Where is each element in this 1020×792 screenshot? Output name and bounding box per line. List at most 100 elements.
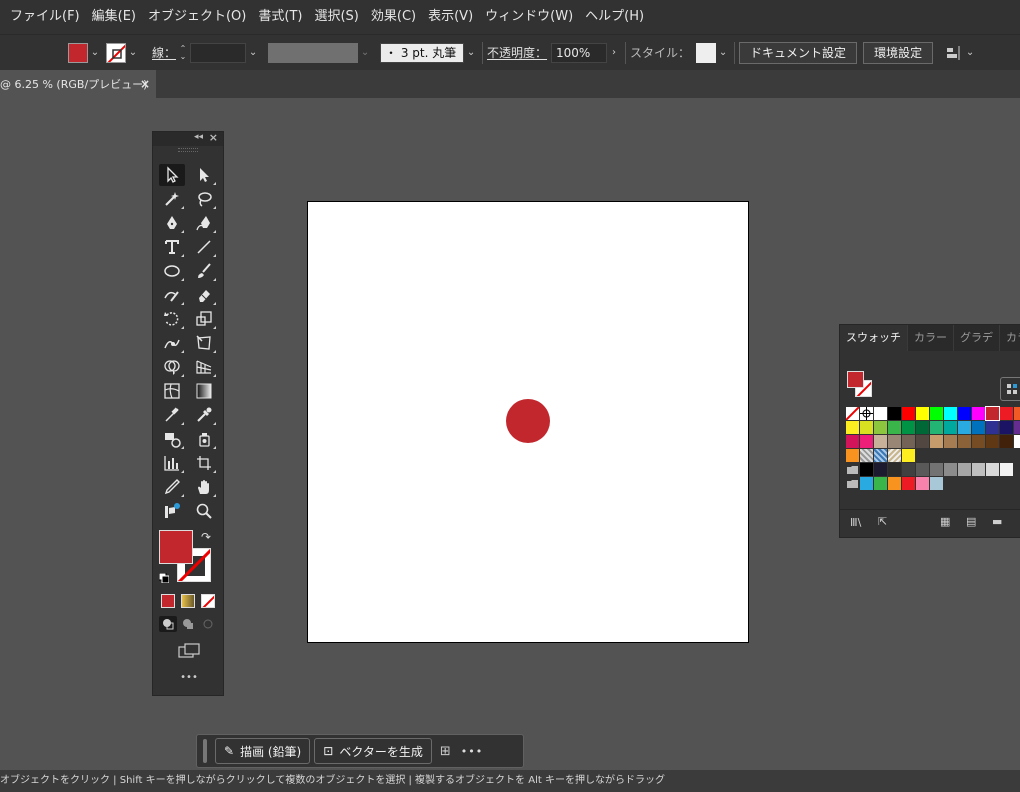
menu-object[interactable]: オブジェクト(O)	[142, 0, 252, 34]
tab-color[interactable]: カラー	[908, 325, 954, 351]
stroke-dropdown-icon[interactable]: ⌄	[126, 43, 140, 63]
swatch-color[interactable]	[874, 421, 887, 434]
screen-mode-icon[interactable]	[177, 642, 201, 660]
tools-panel-header[interactable]: ◂◂ ×	[153, 131, 223, 146]
swatch-color[interactable]	[888, 407, 901, 420]
shaper-tool-icon[interactable]	[159, 284, 185, 306]
artboard[interactable]	[307, 201, 749, 643]
swatch-color[interactable]	[986, 463, 999, 476]
direct-selection-tool-icon[interactable]	[191, 164, 217, 186]
swatch-color[interactable]	[958, 407, 971, 420]
swatch-pattern[interactable]	[888, 449, 901, 462]
pin-bar-icon[interactable]: ⊞	[440, 744, 451, 759]
edit-toolbar-icon[interactable]: •••	[153, 672, 225, 683]
swatch-color[interactable]	[902, 477, 915, 490]
swatch-color[interactable]	[958, 421, 971, 434]
swatch-color[interactable]	[1014, 407, 1020, 420]
swatch-color[interactable]	[860, 435, 873, 448]
gradient-tool-icon[interactable]	[191, 380, 217, 402]
show-kinds-icon[interactable]: ▦	[940, 515, 950, 528]
close-panel-icon[interactable]: ×	[209, 131, 218, 144]
puppet-warp-tool-icon[interactable]	[159, 332, 185, 354]
swatch-color[interactable]	[930, 463, 943, 476]
swatch-color[interactable]	[874, 477, 887, 490]
gradient-mode-button[interactable]	[181, 594, 195, 608]
swatch-color[interactable]	[874, 407, 887, 420]
shape-builder-tool-icon[interactable]	[159, 356, 185, 378]
more-options-icon[interactable]: •••	[461, 745, 483, 758]
zoom-tool-icon[interactable]	[191, 500, 217, 522]
swatch-color[interactable]	[972, 463, 985, 476]
swatch-color[interactable]	[846, 435, 859, 448]
swatch-color[interactable]	[944, 463, 957, 476]
swatch-color[interactable]	[972, 421, 985, 434]
fill-swatch-front[interactable]	[159, 530, 193, 564]
perspective-grid-tool-icon[interactable]	[191, 356, 217, 378]
magic-wand-tool-icon[interactable]	[159, 188, 185, 210]
swatch-color[interactable]	[972, 435, 985, 448]
panel-fill-swatch-front[interactable]	[847, 371, 864, 388]
curvature-tool-icon[interactable]	[191, 212, 217, 234]
swatch-color[interactable]	[902, 449, 915, 462]
free-transform-tool-icon[interactable]	[191, 332, 217, 354]
swatch-color[interactable]	[986, 421, 999, 434]
scale-tool-icon[interactable]	[191, 308, 217, 330]
red-circle-shape[interactable]	[506, 399, 550, 443]
rotate-tool-icon[interactable]	[159, 308, 185, 330]
tab-gradient[interactable]: グラデ	[954, 325, 1000, 351]
menu-select[interactable]: 選択(S)	[308, 0, 364, 34]
stroke-color-button[interactable]	[106, 42, 126, 63]
swatch-color[interactable]	[888, 435, 901, 448]
swatch-color[interactable]	[986, 435, 999, 448]
swatch-color[interactable]	[902, 421, 915, 434]
column-graph-tool-icon[interactable]	[159, 452, 185, 474]
close-tab-icon[interactable]: ×	[140, 77, 150, 91]
swatch-view-icon[interactable]	[1000, 377, 1020, 401]
swatch-color[interactable]	[902, 463, 915, 476]
align-dropdown-icon[interactable]: ⌄	[963, 43, 977, 63]
menu-view[interactable]: 表示(V)	[422, 0, 479, 34]
swatch-color[interactable]	[888, 477, 901, 490]
swatch-color[interactable]	[1014, 435, 1020, 448]
document-setup-button[interactable]: ドキュメント設定	[739, 41, 858, 64]
swatch-pattern[interactable]	[860, 449, 873, 462]
fill-color-button[interactable]	[68, 42, 88, 63]
swatch-color[interactable]	[902, 435, 915, 448]
place-swatches-icon[interactable]: ⇱	[878, 515, 887, 528]
swatch-color[interactable]	[944, 435, 957, 448]
hand-tool-icon[interactable]	[191, 476, 217, 498]
swatch-color[interactable]	[916, 477, 929, 490]
swatch-library-icon[interactable]: Ⅲ\	[850, 516, 861, 529]
taskbar-grip[interactable]	[203, 739, 207, 763]
menu-type[interactable]: 書式(T)	[252, 0, 308, 34]
stroke-weight-input[interactable]	[190, 42, 247, 63]
preferences-button[interactable]: 環境設定	[863, 41, 934, 64]
brush-definition[interactable]: ・ 3 pt. 丸筆	[380, 42, 465, 63]
symbol-sprayer-tool-icon[interactable]	[191, 428, 217, 450]
swatch-none[interactable]	[845, 406, 860, 421]
lasso-tool-icon[interactable]	[191, 188, 217, 210]
color-mode-button[interactable]	[161, 594, 175, 608]
swatch-color[interactable]	[944, 421, 957, 434]
document-tab[interactable]: @ 6.25 % (RGB/プレビュー) ×	[0, 70, 156, 98]
none-mode-button[interactable]	[201, 594, 215, 608]
artboard-tool-icon[interactable]	[191, 452, 217, 474]
draw-pencil-button[interactable]: ✎ 描画 (鉛筆)	[215, 738, 311, 764]
swatch-color[interactable]	[846, 449, 859, 462]
panel-grip[interactable]	[178, 148, 198, 152]
menu-help[interactable]: ヘルプ(H)	[579, 0, 650, 34]
swatch-color[interactable]	[860, 463, 873, 476]
swatch-color[interactable]	[930, 407, 943, 420]
line-segment-tool-icon[interactable]	[191, 236, 217, 258]
swatch-color[interactable]	[860, 477, 873, 490]
swatch-pattern[interactable]	[874, 449, 887, 462]
blend-tool-icon[interactable]	[159, 404, 185, 426]
swatch-color[interactable]	[1000, 435, 1013, 448]
swatch-color[interactable]	[930, 435, 943, 448]
graphic-style-swatch[interactable]	[696, 42, 717, 63]
tab-swatches[interactable]: スウォッチ	[840, 325, 908, 351]
swatch-group-folder-icon[interactable]	[846, 477, 859, 490]
swatch-color[interactable]	[1000, 421, 1013, 434]
pen-tool-icon[interactable]	[159, 212, 185, 234]
draw-inside-icon[interactable]	[199, 616, 217, 632]
